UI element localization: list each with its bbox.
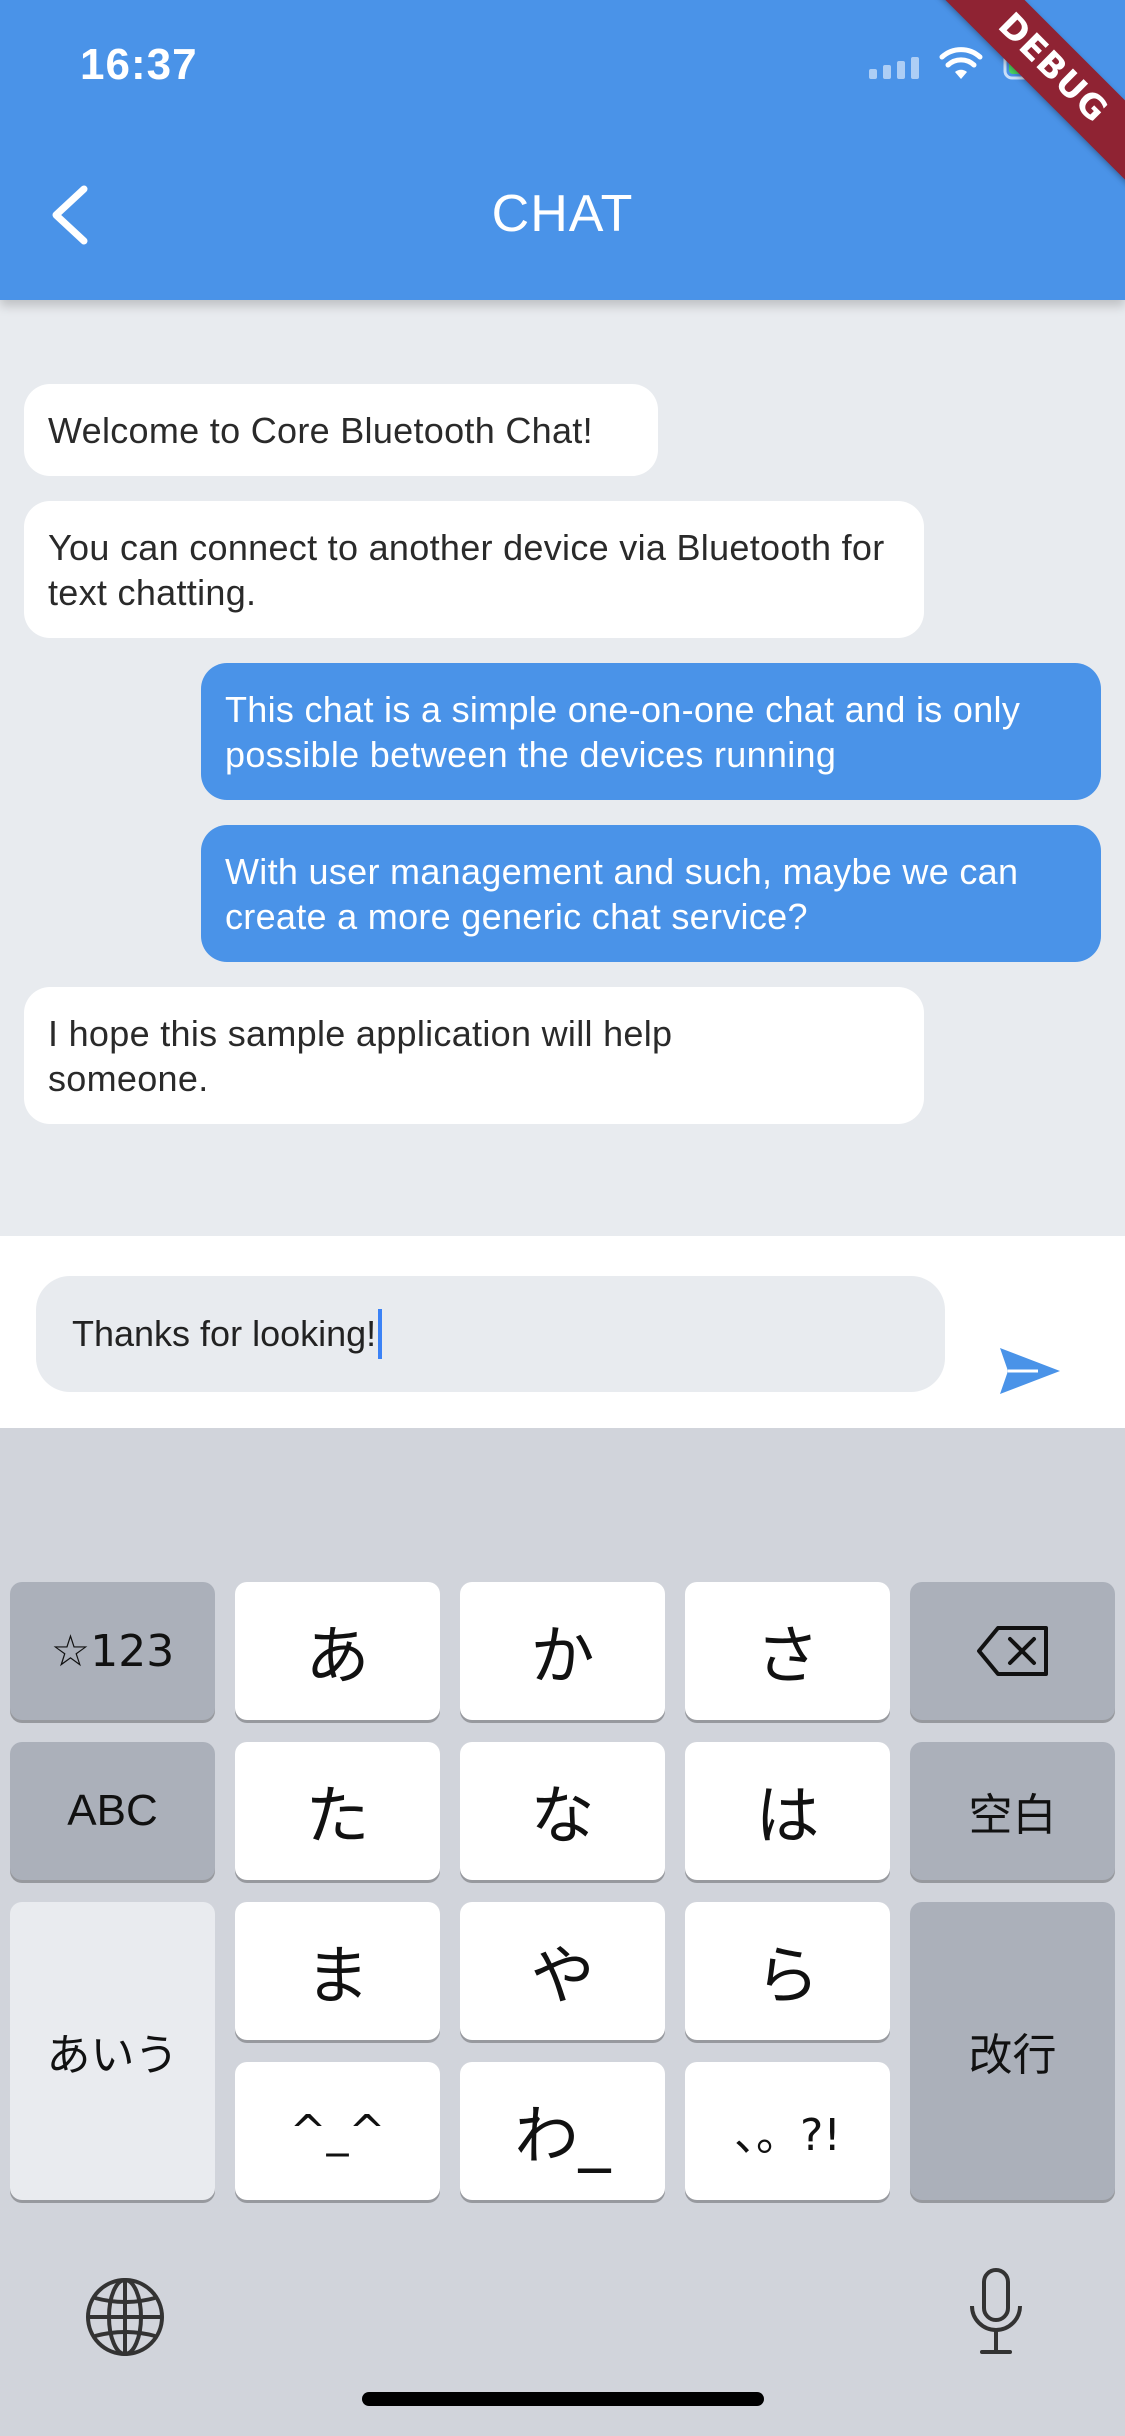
key-sa[interactable]: さ: [685, 1582, 890, 1720]
microphone-icon[interactable]: [966, 2266, 1026, 2363]
key-a[interactable]: あ: [235, 1582, 440, 1720]
home-indicator[interactable]: [362, 2392, 764, 2406]
globe-icon[interactable]: [84, 2276, 166, 2363]
key-aiu[interactable]: あいう: [10, 1902, 215, 2200]
key-ma[interactable]: ま: [235, 1902, 440, 2040]
backspace-icon: [976, 1626, 1048, 1676]
message-text: Welcome to Core Bluetooth Chat!: [48, 410, 593, 451]
cellular-signal-icon: [869, 49, 919, 79]
wifi-icon: [939, 47, 983, 81]
key-ha[interactable]: は: [685, 1742, 890, 1880]
key-abc[interactable]: ABC: [10, 1742, 215, 1880]
message-bubble-incoming: I hope this sample application will help…: [24, 987, 924, 1124]
keyboard: ☆123 あ か さ ABC た な は 空白 あいう ま や ら 改行 ^_^…: [0, 1428, 1125, 2436]
message-text: I hope this sample application will help…: [48, 1013, 673, 1099]
key-backspace[interactable]: [910, 1582, 1115, 1720]
app-bar: 16:37 CHAT DEBUG: [0, 0, 1125, 300]
page-title: CHAT: [491, 185, 634, 243]
message-bubble-outgoing: This chat is a simple one-on-one chat an…: [201, 663, 1101, 800]
message-input-value: Thanks for looking!: [72, 1313, 377, 1354]
key-ta[interactable]: た: [235, 1742, 440, 1880]
key-return[interactable]: 改行: [910, 1902, 1115, 2200]
message-bubble-incoming: Welcome to Core Bluetooth Chat!: [24, 384, 658, 476]
key-wa[interactable]: わ_: [460, 2062, 665, 2200]
send-button[interactable]: [990, 1336, 1070, 1406]
text-caret: [378, 1309, 383, 1359]
key-punctuation[interactable]: 、。?!: [685, 2062, 890, 2200]
status-time: 16:37: [80, 40, 198, 89]
message-list[interactable]: Welcome to Core Bluetooth Chat! You can …: [0, 300, 1125, 1236]
message-text: You can connect to another device via Bl…: [48, 527, 885, 613]
key-symbols[interactable]: ☆123: [10, 1582, 215, 1720]
message-composer: Thanks for looking!: [0, 1236, 1125, 1428]
message-text: With user management and such, maybe we …: [225, 851, 1019, 937]
key-space[interactable]: 空白: [910, 1742, 1115, 1880]
key-emoticon[interactable]: ^_^: [235, 2062, 440, 2200]
key-ya[interactable]: や: [460, 1902, 665, 2040]
send-icon: [1000, 1348, 1060, 1394]
message-input[interactable]: Thanks for looking!: [36, 1276, 945, 1392]
key-ka[interactable]: か: [460, 1582, 665, 1720]
key-na[interactable]: な: [460, 1742, 665, 1880]
message-bubble-outgoing: With user management and such, maybe we …: [201, 825, 1101, 962]
debug-banner: DEBUG: [920, 0, 1125, 201]
message-text: This chat is a simple one-on-one chat an…: [225, 689, 1021, 775]
key-ra[interactable]: ら: [685, 1902, 890, 2040]
message-bubble-incoming: You can connect to another device via Bl…: [24, 501, 924, 638]
